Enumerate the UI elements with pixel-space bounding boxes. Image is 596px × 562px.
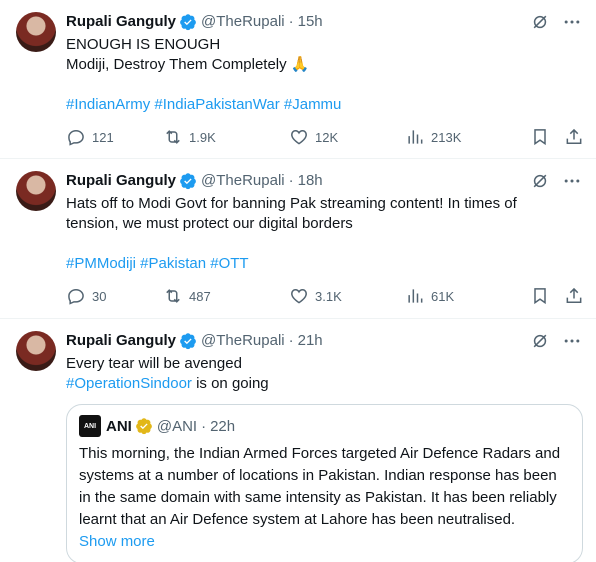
bookmark-icon[interactable] xyxy=(530,286,550,306)
more-options-icon[interactable] xyxy=(562,171,582,191)
like-button[interactable]: 12K xyxy=(289,127,405,147)
author-name[interactable]: Rupali Ganguly xyxy=(66,331,176,351)
hashtag-link[interactable]: #OperationSindoor xyxy=(66,375,192,392)
tweet[interactable]: Rupali Ganguly @TheRupali · 15h ENOUGH I… xyxy=(0,0,596,159)
ani-logo[interactable]: ANI xyxy=(79,415,101,437)
avatar[interactable] xyxy=(16,331,56,371)
tweet-actions: 121 1.9K 12K 213K xyxy=(66,121,582,157)
tweet-text: Every tear will be avenged #OperationSin… xyxy=(66,355,269,392)
retweet-icon xyxy=(166,130,180,144)
reply-button[interactable]: 121 xyxy=(66,127,163,147)
hashtags[interactable]: #PMModiji #Pakistan #OTT xyxy=(66,254,580,274)
timestamp[interactable]: 18h xyxy=(298,171,323,191)
quote-header: ANI ANI @ANI · 22h xyxy=(79,415,570,437)
quote-author-name: ANI xyxy=(106,417,132,435)
verified-badge-icon xyxy=(180,333,196,350)
tweet-actions: 30 487 3.1K 61K xyxy=(66,280,582,316)
quote-author-handle: @ANI xyxy=(156,417,198,435)
reply-icon xyxy=(68,129,84,146)
author-handle[interactable]: @TheRupali xyxy=(201,171,285,191)
author-handle[interactable]: @TheRupali xyxy=(201,331,285,351)
retweet-button[interactable]: 487 xyxy=(163,286,289,306)
gold-verified-badge-icon xyxy=(135,418,152,435)
retweet-button[interactable]: 1.9K xyxy=(163,127,289,147)
retweet-icon xyxy=(166,289,180,303)
tweet-header: Rupali Ganguly @TheRupali · 18h xyxy=(66,171,323,191)
quoted-tweet[interactable]: ANI ANI @ANI · 22h This morning, the Ind… xyxy=(66,404,583,562)
verified-badge-icon xyxy=(180,173,196,190)
grok-icon[interactable] xyxy=(530,12,550,32)
reply-button[interactable]: 30 xyxy=(66,286,163,306)
views-button[interactable]: 213K xyxy=(405,127,519,147)
quote-timestamp: 22h xyxy=(210,417,236,435)
reply-icon xyxy=(68,288,84,305)
heart-icon xyxy=(291,129,307,145)
author-name[interactable]: Rupali Ganguly xyxy=(66,12,176,32)
more-options-icon[interactable] xyxy=(562,12,582,32)
grok-icon[interactable] xyxy=(530,171,550,191)
tweet[interactable]: Rupali Ganguly @TheRupali · 21h Every te… xyxy=(0,319,596,562)
tweet[interactable]: Rupali Ganguly @TheRupali · 18h Hats off… xyxy=(0,159,596,319)
author-handle[interactable]: @TheRupali xyxy=(201,12,285,32)
like-button[interactable]: 3.1K xyxy=(289,286,405,306)
tweet-header: Rupali Ganguly @TheRupali · 15h xyxy=(66,12,323,32)
hashtags[interactable]: #IndianArmy #IndiaPakistanWar #Jammu xyxy=(66,95,580,115)
verified-badge-icon xyxy=(180,14,196,31)
tweet-header: Rupali Ganguly @TheRupali · 21h xyxy=(66,331,323,351)
author-name[interactable]: Rupali Ganguly xyxy=(66,171,176,191)
avatar[interactable] xyxy=(16,171,56,211)
timestamp[interactable]: 21h xyxy=(298,331,323,351)
more-options-icon[interactable] xyxy=(562,331,582,351)
share-icon[interactable] xyxy=(564,127,584,147)
tweet-text: ENOUGH IS ENOUGH Modiji, Destroy Them Co… xyxy=(66,35,580,115)
share-icon[interactable] xyxy=(564,286,584,306)
timestamp[interactable]: 15h xyxy=(298,12,323,32)
views-button[interactable]: 61K xyxy=(405,286,519,306)
heart-icon xyxy=(291,288,307,304)
grok-icon[interactable] xyxy=(530,331,550,351)
avatar[interactable] xyxy=(16,12,56,52)
show-more-link[interactable]: Show more xyxy=(79,531,570,553)
quote-text: This morning, the Indian Armed Forces ta… xyxy=(79,445,561,528)
analytics-icon xyxy=(408,289,423,303)
analytics-icon xyxy=(408,130,423,144)
bookmark-icon[interactable] xyxy=(530,127,550,147)
tweet-text: Hats off to Modi Govt for banning Pak st… xyxy=(66,194,580,274)
